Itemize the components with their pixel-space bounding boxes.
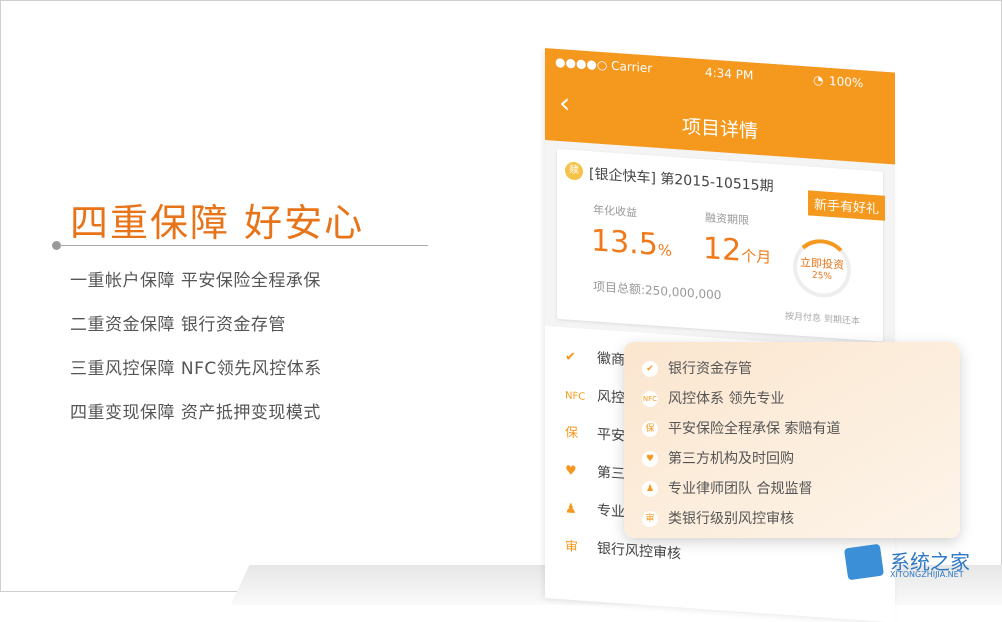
audit-icon: 审 [642, 511, 658, 527]
shield-check-icon: ✔ [642, 361, 658, 377]
lawyer-icon: ♟ [642, 481, 658, 497]
watermark: 系统之家 XITONGZHIJIA.NET [843, 542, 996, 582]
handshake-icon: ♥ [565, 463, 577, 480]
term-number: 12 [703, 231, 742, 269]
project-total: 项目总额:250,000,000 [593, 279, 722, 303]
guarantee-popup: ✔ 银行资金存管 NFC 风控体系 领先专业 保平安保险全程承保 索赔有道 ♥ 第三方… [624, 342, 960, 538]
nav-title: 项目详情 [681, 115, 758, 143]
invest-progress: 25% [811, 270, 832, 283]
list-item[interactable]: 保 平安 [565, 421, 625, 445]
list-item-label: 平安 [597, 426, 625, 445]
nfc-icon: NFC [565, 390, 586, 403]
popup-item: 保平安保险全程承保 索赔有道 [642, 418, 840, 438]
watermark-logo-icon [843, 543, 885, 581]
popup-item-label: 专业律师团队 合规监督 [668, 481, 813, 497]
popup-item-label: 类银行级别风控审核 [668, 511, 794, 527]
list-item-label: 徽商 [597, 350, 625, 369]
audit-icon: 审 [565, 539, 579, 556]
feature-item-3: 三重风控保障 NFC领先风控体系 [70, 359, 322, 379]
project-title: [银企快车] 第2015-10515期 [589, 166, 774, 195]
term-value: 12个月 [703, 231, 771, 271]
battery-icon: ◔ [813, 72, 824, 88]
list-item[interactable]: ♟ 专业 [565, 497, 625, 521]
project-card[interactable]: 赎 [银企快车] 第2015-10515期 新手有好礼 年化收益 13.5% 融… [557, 148, 885, 342]
popup-item: NFC 风控体系 领先专业 [642, 388, 784, 408]
list-item[interactable]: ✔ 徽商 [565, 345, 625, 369]
handshake-icon: ♥ [642, 451, 658, 467]
popup-item-label: 第三方机构及时回购 [668, 451, 794, 467]
list-item-label: 风控 [597, 388, 625, 407]
list-item[interactable]: NFC 风控 [565, 383, 625, 407]
term-label: 融资期限 [705, 211, 749, 228]
invest-button[interactable]: 立即投资 25% [793, 237, 851, 300]
term-unit: 个月 [741, 246, 772, 267]
insurance-icon: 保 [642, 421, 658, 437]
list-item-label: 第三 [597, 464, 625, 483]
shield-check-icon: ✔ [565, 349, 576, 366]
list-item-label: 银行风控审核 [597, 540, 681, 563]
watermark-url: XITONGZHIJIA.NET [890, 570, 964, 579]
rate-unit: % [657, 240, 673, 260]
page-heading: 四重保障 好安心 [70, 201, 365, 245]
list-item-label: 专业 [597, 502, 625, 521]
popup-item: ♟ 专业律师团队 合规监督 [642, 478, 812, 498]
popup-item: 审类银行级别风控审核 [642, 508, 794, 528]
divider-line [60, 245, 428, 246]
payment-note: 按月付息 到期还本 [785, 311, 860, 328]
feature-item-4: 四重变现保障 资产抵押变现模式 [70, 403, 321, 423]
rate-label: 年化收益 [593, 203, 637, 220]
battery-level: 100% [829, 73, 864, 91]
list-item[interactable]: ♥ 第三 [565, 459, 625, 483]
status-time: 4:34 PM [705, 65, 754, 83]
feature-item-2: 二重资金保障 银行资金存管 [70, 315, 286, 335]
lawyer-icon: ♟ [565, 501, 577, 518]
list-item[interactable]: 审 银行风控审核 [565, 535, 681, 563]
popup-item-label: 风控体系 领先专业 [668, 391, 785, 407]
popup-item: ✔ 银行资金存管 [642, 358, 752, 378]
rate-number: 13.5 [591, 223, 658, 263]
popup-item-label: 银行资金存管 [668, 361, 752, 377]
rate-value: 13.5% [591, 223, 672, 264]
insurance-icon: 保 [565, 425, 579, 442]
carrier-label: ●●●●○ Carrier [555, 54, 653, 76]
redeem-icon: 赎 [565, 161, 583, 181]
feature-item-1: 一重帐户保障 平安保险全程承保 [70, 271, 321, 291]
nfc-icon: NFC [642, 391, 658, 407]
popup-item-label: 平安保险全程承保 索赔有道 [668, 421, 841, 437]
newbie-gift-ribbon[interactable]: 新手有好礼 [807, 190, 885, 221]
popup-item: ♥ 第三方机构及时回购 [642, 448, 794, 468]
